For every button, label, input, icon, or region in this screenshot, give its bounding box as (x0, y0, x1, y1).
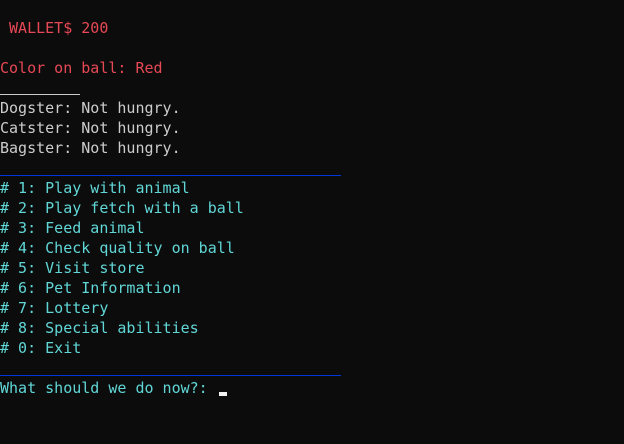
pet-status-catster: Catster: Not hungry. (0, 119, 181, 137)
wallet-balance: WALLET$ 200 (0, 19, 109, 37)
ball-color-status: Color on ball: Red (0, 59, 163, 77)
pet-status-divider (0, 94, 80, 95)
command-prompt: What should we do now?: (0, 378, 227, 398)
menu-top-divider (0, 175, 341, 176)
menu-item-exit: # 0: Exit (0, 339, 82, 357)
menu-item-feed: # 3: Feed animal (0, 219, 145, 237)
menu-bottom-divider (0, 375, 341, 376)
menu-item-store: # 5: Visit store (0, 259, 145, 277)
pet-status-dogster: Dogster: Not hungry. (0, 99, 181, 117)
menu-item-play: # 1: Play with animal (0, 179, 190, 197)
menu-item-pet-info: # 6: Pet Information (0, 279, 181, 297)
menu-item-fetch: # 2: Play fetch with a ball (0, 199, 244, 217)
menu-item-special: # 8: Special abilities (0, 319, 199, 337)
menu-item-lottery: # 7: Lottery (0, 299, 109, 317)
text-cursor[interactable] (218, 392, 227, 396)
prompt-label: What should we do now?: (0, 379, 217, 397)
pet-status-bagster: Bagster: Not hungry. (0, 139, 181, 157)
menu-item-check-ball: # 4: Check quality on ball (0, 239, 235, 257)
